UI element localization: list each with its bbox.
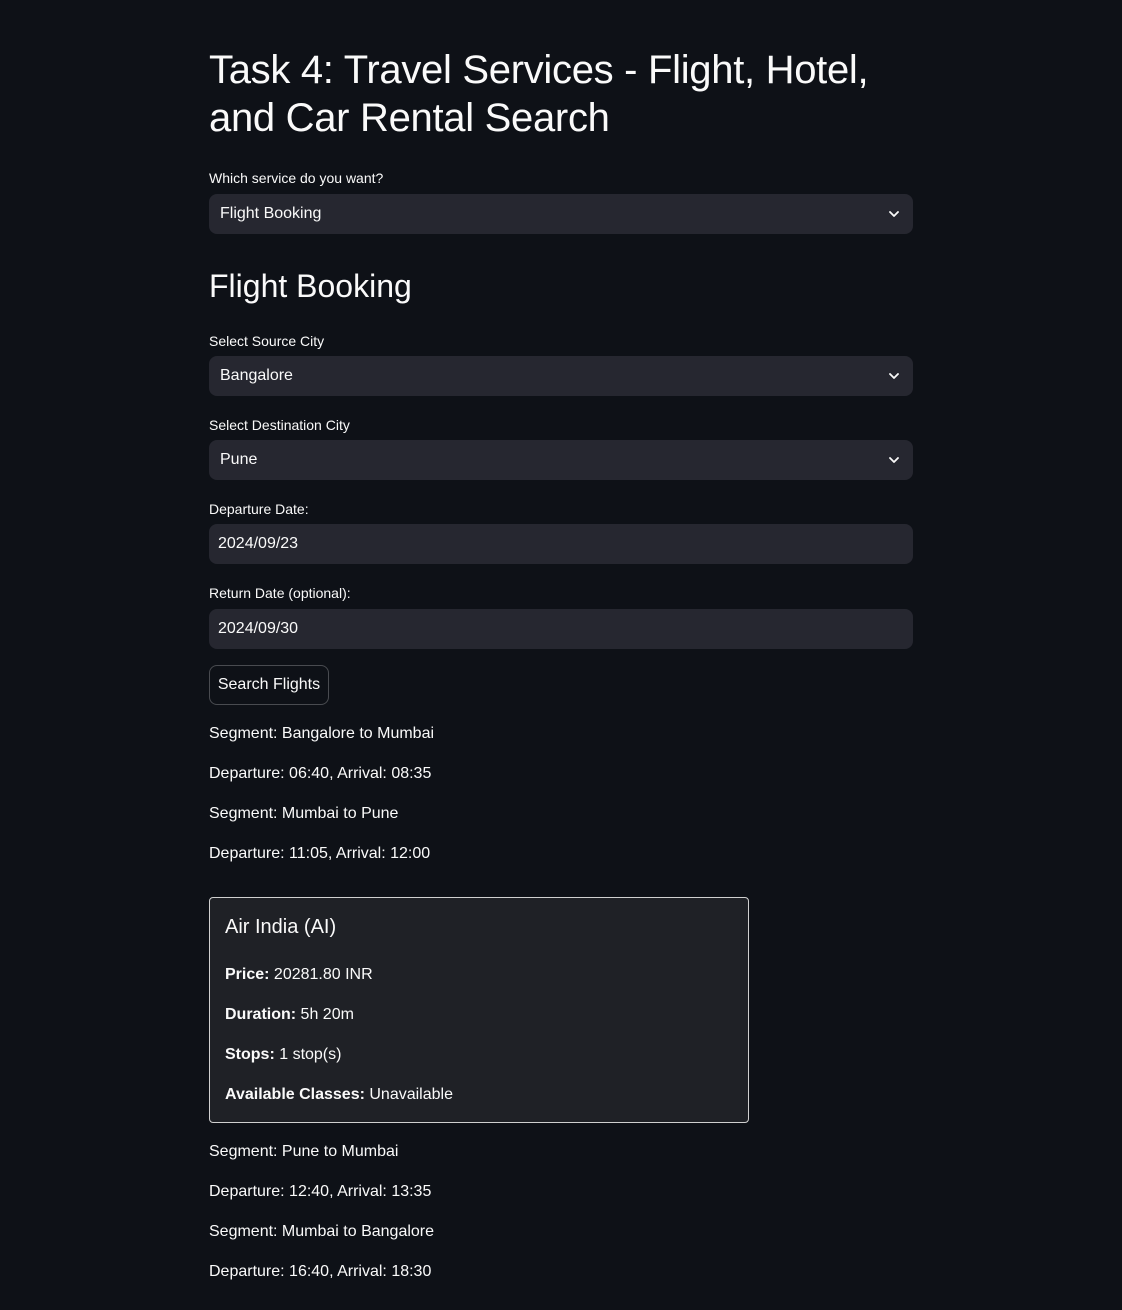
destination-city-label: Select Destination City <box>209 417 350 433</box>
page-title: Task 4: Travel Services - Flight, Hotel,… <box>209 48 869 140</box>
source-city-select[interactable]: Bangalore <box>209 356 913 396</box>
return-segment-1: Segment: Pune to Mumbai <box>209 1143 399 1160</box>
duration-label: Duration: <box>225 1006 301 1023</box>
source-city-value: Bangalore <box>220 367 293 384</box>
chevron-down-icon <box>889 373 899 379</box>
outbound-segment-1-times: Departure: 06:40, Arrival: 08:35 <box>209 765 432 782</box>
stops-label: Stops: <box>225 1046 280 1063</box>
service-select-label: Which service do you want? <box>209 170 384 186</box>
outbound-segment-2-times: Departure: 11:05, Arrival: 12:00 <box>209 845 431 862</box>
service-select-value: Flight Booking <box>220 205 322 222</box>
return-segment-1-times: Departure: 12:40, Arrival: 13:35 <box>209 1183 432 1200</box>
outbound-segment-2: Segment: Mumbai to Pune <box>209 805 399 822</box>
classes-label: Available Classes: <box>225 1086 370 1103</box>
return-segment-2: Segment: Mumbai to Bangalore <box>209 1223 435 1240</box>
departure-date-input[interactable]: 2024/09/23 <box>209 524 913 564</box>
price-value: 20281.80 INR <box>273 966 373 983</box>
classes-value: Unavailable <box>369 1086 453 1103</box>
price-label: Price: <box>225 966 274 983</box>
destination-city-select[interactable]: Pune <box>209 440 913 480</box>
chevron-down-icon <box>889 211 899 217</box>
return-date-value: 2024/09/30 <box>218 620 299 637</box>
destination-city-value: Pune <box>220 451 258 468</box>
flight-card-stops: Stops: 1 stop(s) <box>225 1044 341 1066</box>
search-flights-button[interactable]: Search Flights <box>209 665 329 705</box>
stops-value: 1 stop(s) <box>279 1046 342 1063</box>
departure-date-value: 2024/09/23 <box>218 535 299 552</box>
return-date-label: Return Date (optional): <box>209 585 351 601</box>
service-select[interactable]: Flight Booking <box>209 194 913 234</box>
chevron-down-icon <box>889 457 899 463</box>
source-city-label: Select Source City <box>209 333 325 349</box>
flight-card-airline: Air India (AI) <box>225 916 337 938</box>
flight-card-classes: Available Classes: Unavailable <box>225 1084 453 1106</box>
return-date-input[interactable]: 2024/09/30 <box>209 609 913 649</box>
return-segment-2-times: Departure: 16:40, Arrival: 18:30 <box>209 1263 432 1280</box>
duration-value: 5h 20m <box>300 1006 354 1023</box>
departure-date-label: Departure Date: <box>209 501 309 517</box>
outbound-segment-1: Segment: Bangalore to Mumbai <box>209 725 435 742</box>
flight-card-duration: Duration: 5h 20m <box>225 1004 354 1026</box>
section-title: Flight Booking <box>209 268 412 304</box>
flight-card-price: Price: 20281.80 INR <box>225 964 373 986</box>
